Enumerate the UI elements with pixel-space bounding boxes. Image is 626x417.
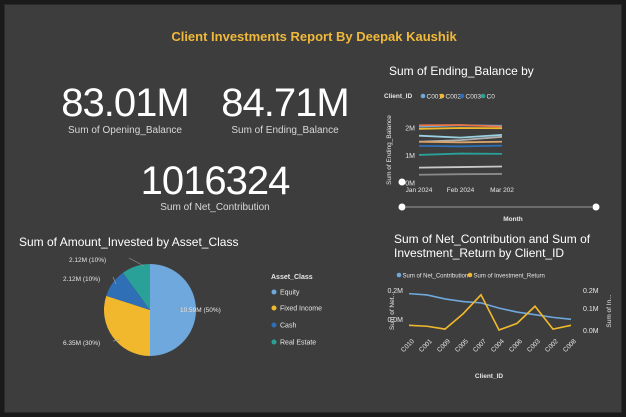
left-y-axis-label: Sum of Net... [389,292,396,330]
report-canvas: Client Investments Report By Deepak Kaus… [4,4,622,413]
legend-label-fixed-income: Fixed Income [280,306,322,313]
x-tick-label-c008: C008 [562,338,578,354]
legend-dot-cash [271,322,277,328]
legend-dot-net-contribution [396,272,402,278]
x-tick-label-c004: C004 [490,338,506,354]
series-line-client-9 [418,173,503,176]
x-tick-label-c005: C005 [454,338,470,354]
right-y-tick-label: 0.0M [583,328,599,335]
legend-dot-equity [271,289,277,295]
pie-data-label: 2.12M (10%) [63,276,100,283]
legend-label-c002: C002 [446,94,462,101]
x-axis-label-month: Month [503,216,523,223]
legend-title-client-id: Client_ID [384,93,412,100]
legend-dot-c003 [459,93,465,99]
legend-dot-investment-return [467,272,473,278]
right-y-axis-label: Sum of In... [606,294,613,327]
legend-label-investment-return: Sum of Investment_Return [474,274,545,280]
legend-dot-c0 [480,93,486,99]
x-tick-label: Feb 2024 [447,187,475,194]
x-tick-label-c001: C001 [418,338,434,354]
right-y-tick-label: 0.1M [583,306,599,313]
legend-title-asset-class: Asset_Class [271,274,313,281]
x-tick-label-c006: C006 [508,338,524,354]
scroll-handle-vertical[interactable] [398,178,406,186]
y-axis-label: Sum of Ending_Balance [386,115,393,185]
legend-dot-c001 [420,93,426,99]
series-line-net-contribution [408,292,572,321]
pie-data-label: 2.12M (10%) [69,257,106,264]
x-tick-label-c009: C009 [436,338,452,354]
y-tick-label: 2M [405,126,415,133]
x-tick-label-c007: C007 [472,338,488,354]
legend-label-c0: C0 [487,94,496,101]
x-tick-label-c003: C003 [526,338,542,354]
legend-label-real-estate: Real Estate [280,340,316,347]
x-axis-label-client-id: Client_ID [475,373,503,380]
series-line-c0 [418,152,503,156]
series-line-investment-return [408,293,572,332]
y-tick-label: 1M [405,153,415,160]
series-line-client-5 [418,140,503,144]
legend-label-cash: Cash [280,323,296,330]
scroll-handle-right[interactable] [592,203,600,211]
pie-data-label: 10.59M (50%) [180,307,221,314]
scroll-handle-left[interactable] [398,203,406,211]
pie-leader-line [128,257,145,267]
legend-label-c003: C003 [466,94,482,101]
legend-dot-real-estate [271,339,277,345]
series-line-c003 [418,144,503,148]
x-tick-label: Mar 202 [490,187,514,194]
legend-label-net-contribution: Sum of Net_Contribution [403,274,469,280]
x-tick-label-c002: C002 [544,338,560,354]
series-line-c002 [418,127,503,130]
pie-data-label: 6.35M (30%) [63,340,100,347]
x-tick-label-c010: C010 [400,338,416,354]
legend-dot-c002 [439,93,445,99]
charts-svg: Client_ID C001 C002 C003 C02M1M0MSum of Endi… [63,93,613,380]
legend-label-equity: Equity [280,290,300,297]
legend-dot-fixed-income [271,305,277,311]
right-y-tick-label: 0.2M [583,288,599,295]
x-tick-label: Jan 2024 [406,187,433,194]
series-line-client-8 [418,165,503,169]
